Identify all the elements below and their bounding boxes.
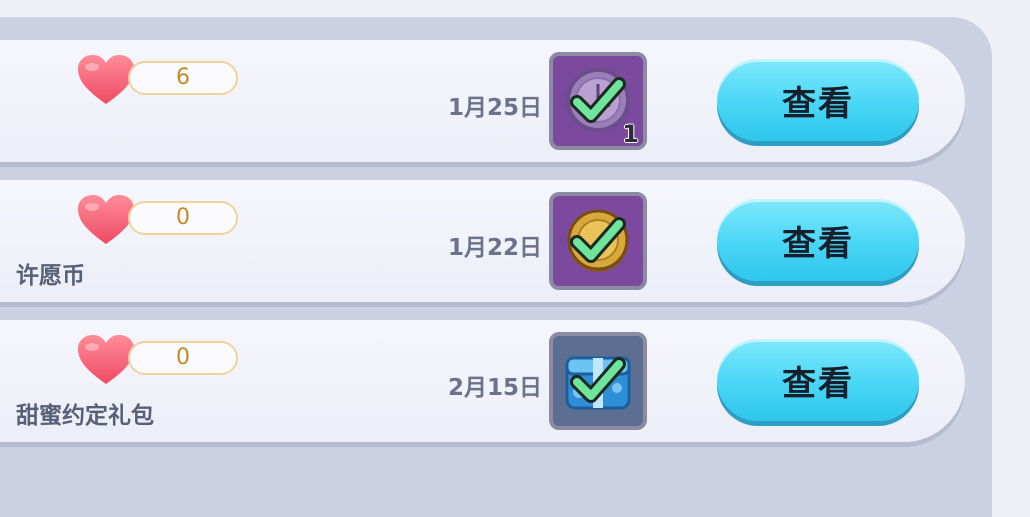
date-label: 2月15日 [447,375,542,401]
count-value: 6 [128,61,238,95]
view-button[interactable]: 查看 [717,59,919,141]
gold-coin-icon [567,209,629,272]
heart-icon [78,195,134,244]
heart-icon [78,335,134,384]
item-quantity-badge: 1 [622,120,639,148]
reward-item-icon: 1 [549,52,647,150]
date-label: 1月22日 [447,235,542,261]
list-item: 6 1月25日 1 查看 [0,40,965,162]
list-item: 0 甜蜜约定礼包 2月15日 查看 [0,320,965,442]
item-name: 许愿币 [16,263,85,289]
view-button[interactable]: 查看 [717,199,919,281]
reward-item-icon [549,332,647,430]
count-value: 0 [128,201,238,235]
reward-item-icon [549,192,647,290]
gift-chest-icon [565,356,631,410]
count-value: 0 [128,341,238,375]
list-item: 0 许愿币 1月22日 查看 [0,180,965,302]
date-label: 1月25日 [447,95,542,121]
item-name: 甜蜜约定礼包 [16,403,154,429]
heart-icon [78,55,134,104]
view-button[interactable]: 查看 [717,339,919,421]
